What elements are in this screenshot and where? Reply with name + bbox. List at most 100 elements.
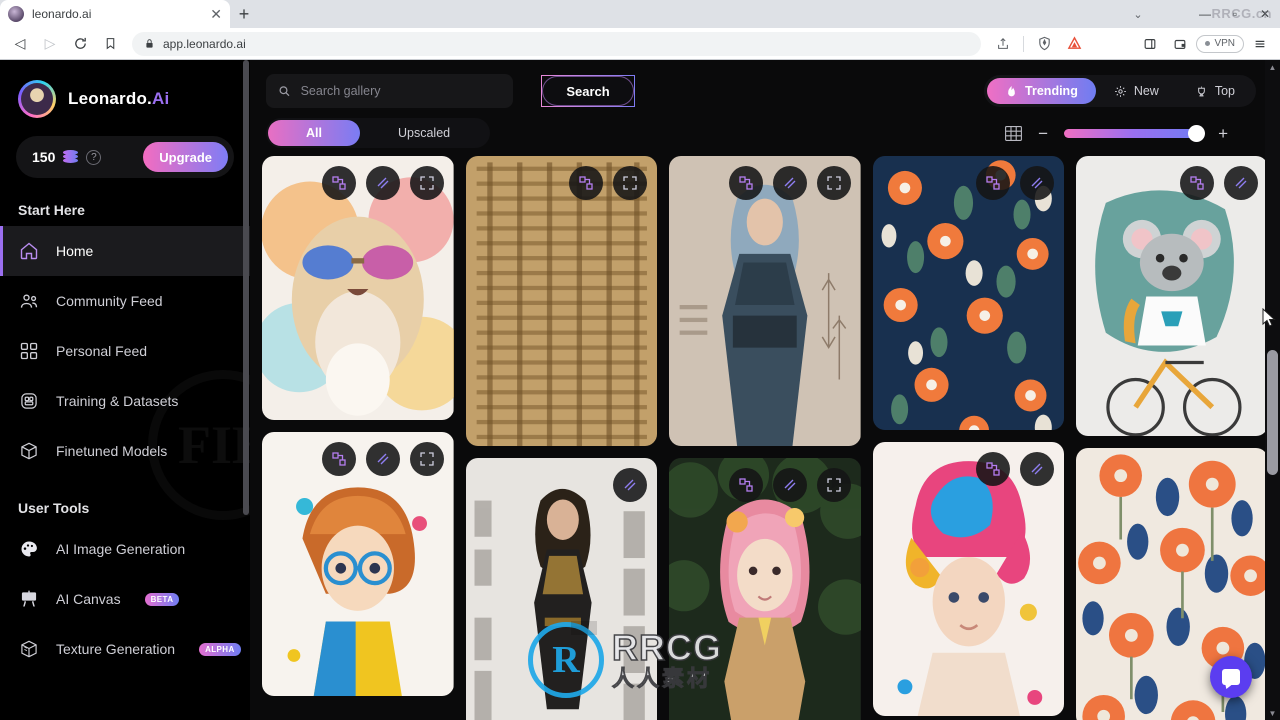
remix-icon[interactable] — [321, 166, 356, 200]
gallery-card[interactable] — [872, 442, 1065, 716]
card-actions — [321, 166, 444, 200]
hamburger-menu-icon[interactable] — [1246, 30, 1274, 58]
search-input[interactable] — [300, 84, 501, 98]
variation-icon[interactable] — [613, 468, 648, 502]
remix-icon[interactable] — [976, 166, 1011, 200]
toolbar-divider — [1023, 35, 1025, 52]
zoom-slider[interactable] — [1064, 125, 1206, 142]
page-scrollbar[interactable]: ▲ ▼ — [1265, 60, 1280, 720]
fullscreen-icon[interactable] — [816, 166, 851, 200]
credit-count: 150 — [32, 149, 56, 165]
share-icon[interactable] — [989, 30, 1017, 58]
masonry-grid — [262, 156, 1268, 720]
page-scrollbar-thumb[interactable] — [1267, 350, 1278, 475]
scroll-up-arrow-icon[interactable]: ▲ — [1265, 60, 1280, 74]
sidebar-item-home[interactable]: Home — [0, 226, 250, 276]
brave-shields-icon[interactable] — [1030, 30, 1058, 58]
new-tab-button[interactable]: + — [230, 0, 258, 28]
remix-icon[interactable] — [728, 468, 763, 502]
zoom-slider-knob[interactable] — [1188, 125, 1206, 142]
side-panel-icon[interactable] — [1136, 30, 1164, 58]
gallery-card[interactable] — [872, 156, 1065, 430]
filter-tab-upscaled[interactable]: Upscaled — [360, 120, 488, 146]
sidebar-item-ai-canvas[interactable]: AI Canvas BETA — [0, 574, 250, 624]
variation-icon[interactable] — [365, 442, 400, 476]
upgrade-button[interactable]: Upgrade — [143, 142, 228, 172]
search-button[interactable]: Search — [541, 75, 635, 107]
maximize-button[interactable]: ▫ — [1220, 0, 1250, 28]
gallery-card[interactable] — [465, 458, 658, 720]
gallery-card[interactable] — [465, 156, 658, 446]
grid-squares-icon — [18, 340, 40, 362]
variation-icon[interactable] — [1223, 166, 1258, 200]
sidebar-item-training-datasets[interactable]: Training & Datasets — [0, 376, 250, 426]
scroll-down-arrow-icon[interactable]: ▼ — [1265, 706, 1280, 720]
close-tab-icon[interactable]: ✕ — [210, 7, 222, 21]
brave-wallet-icon[interactable] — [1166, 30, 1194, 58]
sidebar-item-finetuned-models[interactable]: Finetuned Models — [0, 426, 250, 476]
fullscreen-icon[interactable] — [613, 166, 648, 200]
help-icon[interactable]: ? — [86, 149, 102, 165]
bookmark-icon[interactable] — [96, 30, 124, 58]
zoom-out-button[interactable]: − — [1038, 125, 1048, 142]
gallery-card[interactable] — [669, 156, 861, 446]
browser-tab[interactable]: leonardo.ai ✕ — [0, 0, 230, 28]
fullscreen-icon[interactable] — [409, 442, 444, 476]
remix-icon[interactable] — [321, 442, 356, 476]
sort-label: Trending — [1025, 84, 1078, 98]
variation-icon[interactable] — [1020, 166, 1055, 200]
sort-option-new[interactable]: New — [1096, 78, 1177, 104]
brand[interactable]: Leonardo.Ai — [0, 60, 250, 118]
vpn-label: VPN — [1214, 38, 1235, 49]
vpn-status-dot-icon — [1205, 41, 1211, 46]
sidebar-scrollbar[interactable] — [243, 60, 249, 720]
variation-icon[interactable] — [365, 166, 400, 200]
fullscreen-icon[interactable] — [816, 468, 851, 502]
gallery-card[interactable] — [262, 432, 454, 696]
reload-icon[interactable] — [66, 30, 94, 58]
grid-density-icon[interactable] — [1005, 125, 1023, 141]
variation-icon[interactable] — [772, 468, 807, 502]
toolbar-row-filters: All Upscaled − + — [266, 118, 1256, 148]
sort-label: Top — [1214, 84, 1235, 98]
sort-option-top[interactable]: Top — [1177, 78, 1253, 104]
remix-icon[interactable] — [728, 166, 763, 200]
sidebar-item-ai-image-generation[interactable]: AI Image Generation — [0, 524, 250, 574]
variation-icon[interactable] — [772, 166, 807, 200]
search-field-wrapper[interactable] — [266, 74, 513, 108]
sidebar-item-label: Finetuned Models — [56, 443, 168, 459]
minimize-button[interactable]: — — [1190, 0, 1220, 28]
sidebar-item-label: Community Feed — [56, 293, 163, 309]
remix-icon[interactable] — [569, 166, 604, 200]
chat-bubble-icon — [1222, 669, 1240, 685]
sort-option-trending[interactable]: Trending — [987, 78, 1096, 104]
zoom-in-button[interactable]: + — [1218, 125, 1228, 142]
fullscreen-icon[interactable] — [409, 166, 444, 200]
intercom-chat-button[interactable] — [1210, 656, 1252, 698]
variation-icon[interactable] — [1020, 452, 1055, 486]
address-bar[interactable]: app.leonardo.ai — [132, 31, 982, 56]
card-actions — [1179, 166, 1258, 200]
credits-panel: 150 ? Upgrade — [16, 136, 234, 178]
card-actions — [569, 166, 648, 200]
forward-icon[interactable]: ▷ — [36, 30, 64, 58]
browser-window: leonardo.ai ✕ + ⌄ — ▫ ✕ RRCG.cn ◁ ▷ app.… — [0, 0, 1280, 720]
gallery-card[interactable] — [1076, 156, 1268, 436]
sidebar-item-community-feed[interactable]: Community Feed — [0, 276, 250, 326]
filter-tab-all[interactable]: All — [268, 120, 360, 146]
remix-icon[interactable] — [976, 452, 1011, 486]
zoom-controls: − + — [1005, 125, 1256, 142]
palette-icon — [18, 538, 40, 560]
vpn-button[interactable]: VPN — [1196, 34, 1244, 53]
sidebar-item-texture-generation[interactable]: Texture Generation ALPHA — [0, 624, 250, 674]
tab-favicon-icon — [8, 6, 24, 22]
tab-search-chevron-icon[interactable]: ⌄ — [1124, 0, 1152, 28]
brave-leo-icon[interactable] — [1060, 30, 1088, 58]
back-icon[interactable]: ◁ — [6, 30, 34, 58]
remix-icon[interactable] — [1179, 166, 1214, 200]
sidebar-item-personal-feed[interactable]: Personal Feed — [0, 326, 250, 376]
gallery-card[interactable] — [669, 458, 861, 720]
close-window-button[interactable]: ✕ — [1250, 0, 1280, 28]
gallery-card[interactable] — [262, 156, 454, 420]
sidebar-scrollbar-thumb[interactable] — [243, 60, 249, 515]
